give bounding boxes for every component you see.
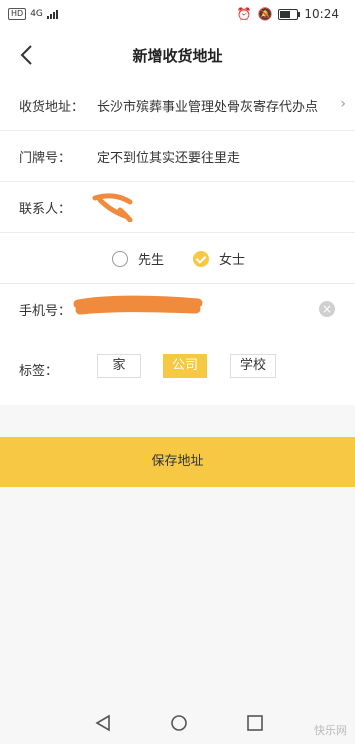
door-number-row: 门牌号： 定不到位其实还要往里走 xyxy=(0,131,355,182)
chevron-right-icon: › xyxy=(340,96,346,112)
nav-recents-icon[interactable] xyxy=(246,714,264,732)
mute-icon: 🔕 xyxy=(257,7,273,21)
tag-school[interactable]: 学校 xyxy=(230,354,276,378)
gender-row: 先生 女士 xyxy=(0,233,355,284)
address-value[interactable]: 长沙市殡葬事业管理处骨灰寄存代办点 xyxy=(97,96,318,115)
gender-male-label: 先生 xyxy=(138,253,165,268)
tags-section: 标签： 家 公司 学校 xyxy=(0,330,355,405)
signal-icon xyxy=(46,9,58,19)
clock: 10:24 xyxy=(304,7,339,21)
network-type: 4G xyxy=(30,9,43,19)
gender-option-male[interactable]: 先生 xyxy=(112,249,164,268)
tag-home[interactable]: 家 xyxy=(97,354,141,378)
status-right: ⏰ 🔕 10:24 xyxy=(237,7,340,21)
save-address-button[interactable]: 保存地址 xyxy=(0,437,355,487)
radio-unchecked-icon xyxy=(112,250,128,267)
nav-back-icon[interactable] xyxy=(94,714,112,732)
battery-icon xyxy=(278,8,301,20)
watermark: 快乐网 xyxy=(314,724,347,737)
address-row[interactable]: 收货地址： 长沙市殡葬事业管理处骨灰寄存代办点 › xyxy=(0,80,355,131)
radio-checked-icon xyxy=(193,250,209,267)
hd-badge: HD xyxy=(8,8,27,20)
phone-redaction xyxy=(73,295,203,315)
status-bar: HD 4G ⏰ 🔕 10:24 xyxy=(0,0,355,30)
tag-company[interactable]: 公司 xyxy=(163,354,207,378)
door-number-label: 门牌号： xyxy=(19,151,72,166)
door-number-input[interactable]: 定不到位其实还要往里走 xyxy=(97,147,240,166)
clear-icon[interactable]: × xyxy=(319,301,335,317)
tags-label: 标签： xyxy=(19,364,59,379)
address-form: 收货地址： 长沙市殡葬事业管理处骨灰寄存代办点 › 门牌号： 定不到位其实还要往… xyxy=(0,80,355,334)
phone-row: 手机号： × xyxy=(0,284,355,334)
gender-option-female[interactable]: 女士 xyxy=(193,249,245,268)
gender-female-label: 女士 xyxy=(219,253,246,268)
header: 新增收货地址 xyxy=(0,30,355,80)
status-left: HD 4G xyxy=(8,8,58,20)
system-nav-bar: 快乐网 xyxy=(0,700,355,744)
contact-label: 联系人： xyxy=(19,202,72,217)
alarm-icon: ⏰ xyxy=(236,7,252,21)
contact-redaction xyxy=(92,193,133,222)
contact-row: 联系人： xyxy=(0,182,355,233)
address-label: 收货地址： xyxy=(19,100,85,115)
phone-label: 手机号： xyxy=(19,304,72,319)
page-title: 新增收货地址 xyxy=(132,47,223,65)
nav-home-icon[interactable] xyxy=(170,714,188,732)
